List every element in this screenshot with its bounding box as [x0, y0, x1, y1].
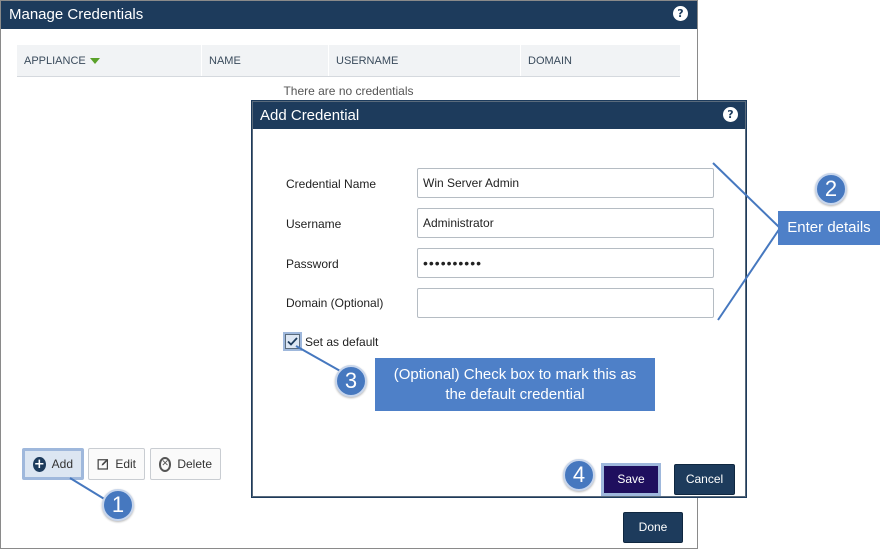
set-default-checkbox[interactable]: [285, 334, 300, 349]
edit-icon: [97, 458, 109, 470]
domain-field[interactable]: [417, 288, 714, 318]
column-username[interactable]: USERNAME: [329, 45, 521, 76]
save-button[interactable]: Save: [601, 463, 661, 496]
plus-circle-icon: +: [33, 456, 46, 472]
manage-credentials-titlebar: Manage Credentials ?: [1, 1, 697, 29]
password-label: Password: [286, 257, 339, 271]
credential-name-field[interactable]: Win Server Admin: [417, 168, 714, 198]
callout-enter-details-text: Enter details: [787, 219, 871, 236]
credential-name-label: Credential Name: [286, 177, 377, 191]
sort-down-icon: [89, 58, 100, 65]
column-domain[interactable]: DOMAIN: [521, 45, 680, 76]
credentials-grid-header: APPLIANCE NAME USERNAME DOMAIN: [17, 45, 680, 77]
manage-credentials-title: Manage Credentials: [9, 6, 144, 23]
column-name[interactable]: NAME: [202, 45, 329, 76]
delete-button-label: Delete: [177, 457, 212, 471]
add-credential-dialog: Add Credential ? Credential Name Win Ser…: [252, 101, 746, 497]
step-badge-1: 1: [102, 489, 134, 521]
domain-label: Domain (Optional): [286, 296, 384, 310]
cancel-button[interactable]: Cancel: [674, 464, 735, 495]
add-button[interactable]: + Add: [22, 448, 84, 480]
done-button[interactable]: Done: [623, 512, 683, 543]
username-field[interactable]: Administrator: [417, 208, 714, 238]
column-appliance-label: APPLIANCE: [24, 55, 86, 67]
delete-circle-icon: ✕: [159, 456, 172, 472]
username-label: Username: [286, 217, 342, 231]
column-appliance[interactable]: APPLIANCE: [17, 45, 202, 76]
help-icon[interactable]: ?: [673, 6, 688, 21]
step-badge-2: 2: [815, 173, 847, 205]
step-badge-4: 4: [563, 459, 595, 491]
checkbox-checked-icon: [287, 337, 298, 346]
add-credential-title: Add Credential: [260, 107, 360, 124]
delete-button[interactable]: ✕ Delete: [150, 448, 221, 480]
callout-set-default: (Optional) Check box to mark this as the…: [375, 358, 655, 411]
password-field[interactable]: ••••••••••: [417, 248, 714, 278]
edit-button-label: Edit: [115, 457, 136, 471]
step-badge-3: 3: [335, 365, 367, 397]
callout-set-default-line2: the default credential: [445, 385, 585, 403]
set-default-label: Set as default: [305, 335, 379, 349]
add-credential-titlebar: Add Credential ?: [253, 102, 745, 129]
callout-set-default-line1: (Optional) Check box to mark this as: [393, 365, 637, 383]
add-button-label: Add: [51, 457, 73, 471]
callout-enter-details: Enter details: [778, 211, 880, 245]
help-icon[interactable]: ?: [723, 107, 738, 122]
edit-button[interactable]: Edit: [88, 448, 145, 480]
empty-grid-message: There are no credentials: [283, 84, 414, 98]
